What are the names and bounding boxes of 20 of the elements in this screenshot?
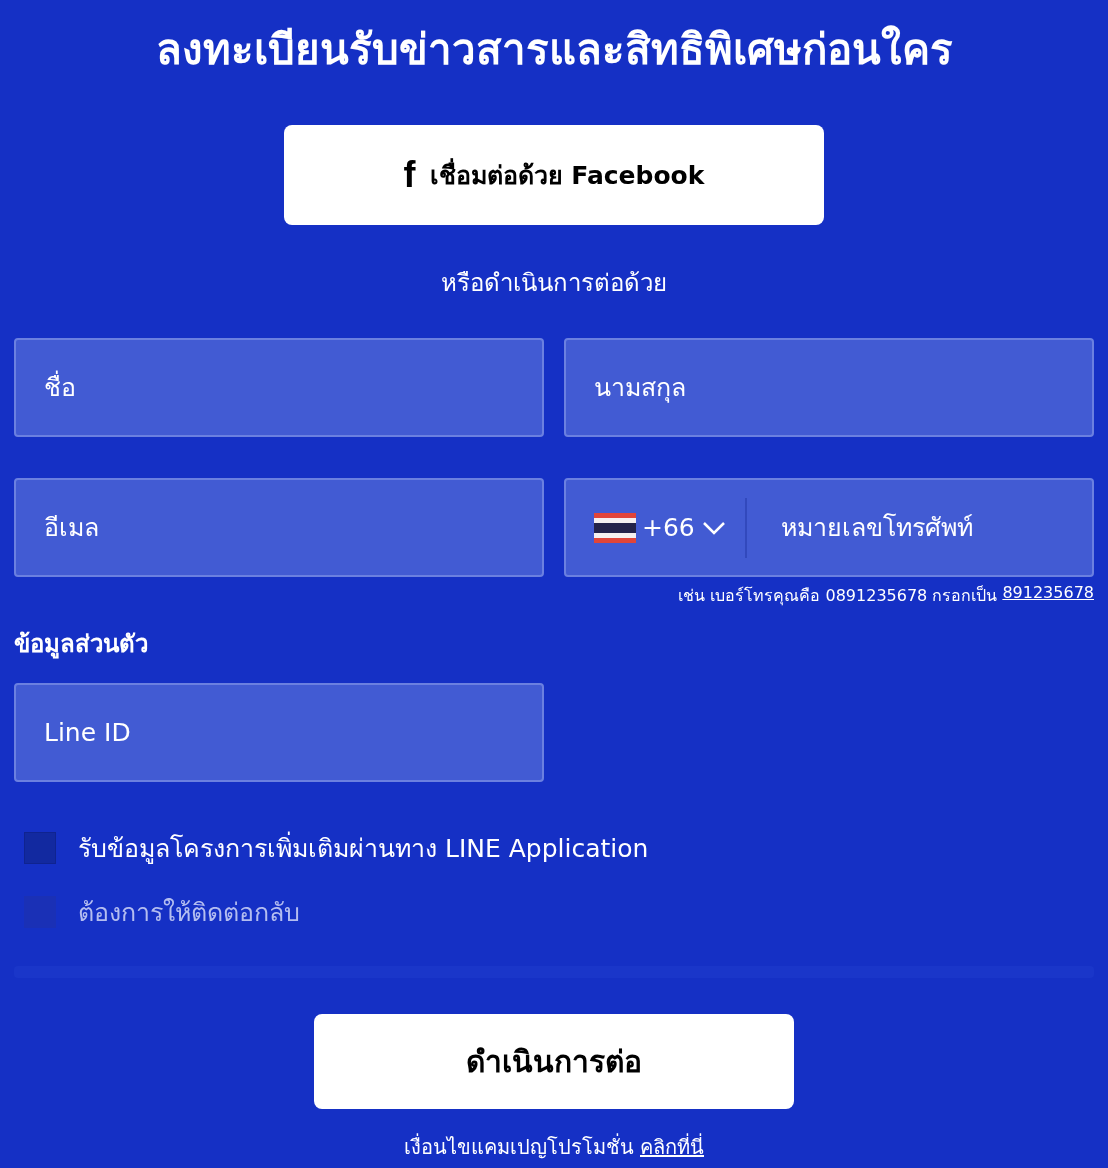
- text-field[interactable]: อีเมล: [14, 478, 544, 577]
- chevron-down-icon: [700, 519, 727, 536]
- section-label: ข้อมูลส่วนตัว: [14, 629, 149, 661]
- checkbox-label: ต้องการให้ติดต่อกลับ: [78, 897, 300, 929]
- page-title: ลงทะเบียนรับข่าวสารและสิทธิพิเศษก่อนใคร: [155, 24, 953, 76]
- phone-field[interactable]: +66 หมายเลขโทรศัพท์: [564, 478, 1094, 577]
- facebook-button[interactable]: f เชื่อมต่อด้วย Facebook: [284, 125, 824, 225]
- flag-icon: [594, 512, 636, 543]
- terms-link[interactable]: คลิกที่นี่: [640, 1131, 704, 1163]
- text-field[interactable]: นามสกุล: [564, 338, 1094, 437]
- phone-hint: เช่น เบอร์โทรคุณคือ 0891235678 กรอกเป็น: [678, 584, 998, 608]
- checkbox[interactable]: [24, 832, 56, 864]
- country-code-dropdown[interactable]: +66: [594, 497, 747, 558]
- text-field[interactable]: ชื่อ: [14, 338, 544, 437]
- checkbox-label: รับข้อมูลโครงการเพิ่มเติมผ่านทาง LINE Application: [78, 828, 649, 868]
- footer-text: เงื่อนไขแคมเปญโปรโมชั่น: [404, 1132, 634, 1161]
- example-link[interactable]: 891235678: [1002, 583, 1094, 608]
- line-id-field[interactable]: Line ID: [14, 683, 544, 782]
- divider-text: หรือดำเนินการต่อด้วย: [441, 268, 667, 299]
- continue-button[interactable]: ดำเนินการต่อ: [314, 1014, 794, 1109]
